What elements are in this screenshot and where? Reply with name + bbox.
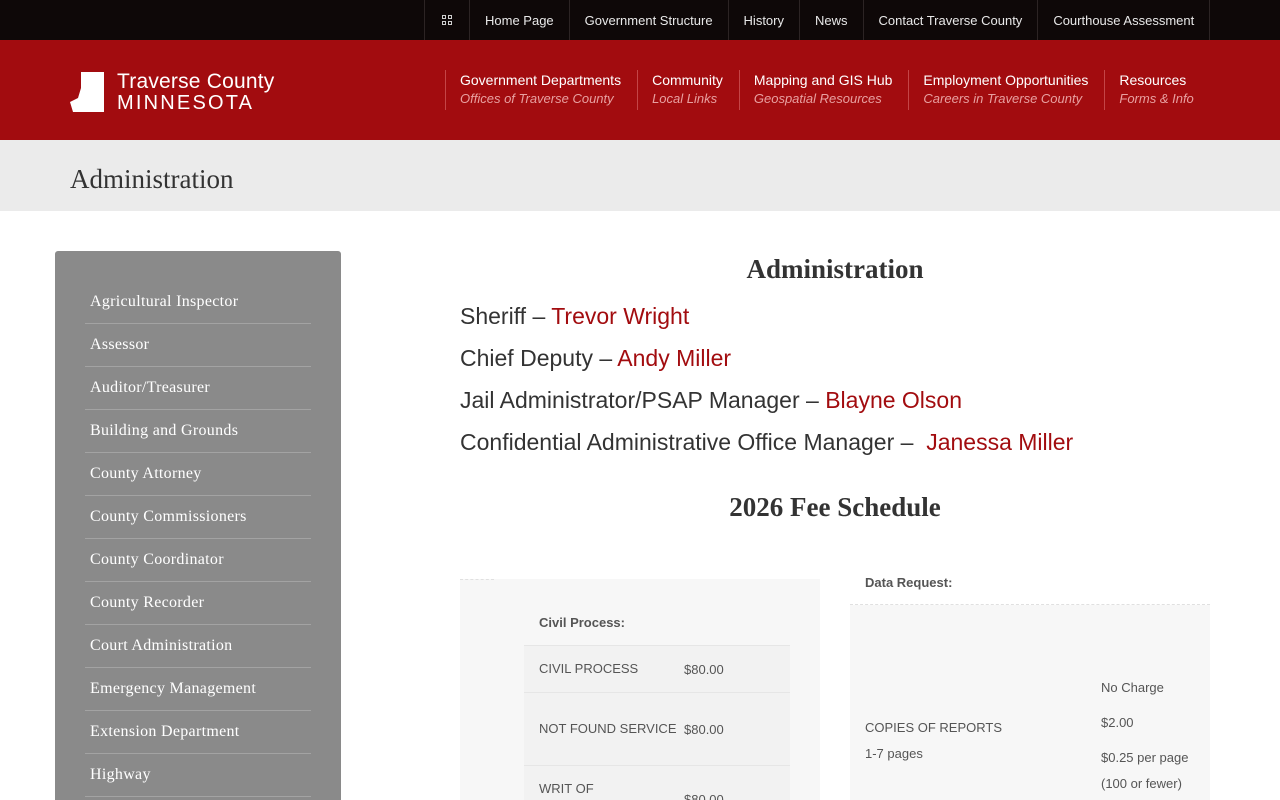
utility-link-news[interactable]: News (799, 0, 863, 40)
page-title: Administration (70, 164, 234, 194)
nav-employment[interactable]: Employment Opportunities Careers in Trav… (908, 70, 1104, 110)
utility-link-government-structure[interactable]: Government Structure (568, 0, 728, 40)
sidebar-item-extension-department[interactable]: Extension Department (85, 711, 311, 754)
staff-row-jail-administrator: Jail Administrator/PSAP Manager – Blayne… (460, 387, 963, 413)
staff-list: Sheriff – Trevor Wright Chief Deputy – A… (460, 295, 1210, 463)
staff-name-link[interactable]: Janessa Miller (926, 429, 1073, 455)
staff-row-office-manager: Confidential Administrative Office Manag… (460, 429, 1074, 455)
staff-name-link[interactable]: Trevor Wright (551, 303, 689, 329)
site-header: Traverse County MINNESOTA Government Dep… (0, 40, 1280, 140)
staff-name-link[interactable]: Andy Miller (617, 345, 731, 371)
sidebar-item-county-commissioners[interactable]: County Commissioners (85, 496, 311, 539)
sidebar-item-county-recorder[interactable]: County Recorder (85, 582, 311, 625)
data-request-table: Data Request: COPIES OF REPORTS 1-7 page… (850, 569, 1210, 800)
department-sidebar: Agricultural Inspector Assessor Auditor/… (55, 251, 341, 800)
sidebar-item-county-attorney[interactable]: County Attorney (85, 453, 311, 496)
main-nav: Government Departments Offices of Traver… (445, 70, 1194, 110)
county-shape-icon (70, 72, 107, 112)
logo-county-name: Traverse County (117, 70, 275, 93)
staff-row-chief-deputy: Chief Deputy – Andy Miller (460, 345, 732, 371)
sidebar-item-highway[interactable]: Highway (85, 754, 311, 797)
sidebar-item-emergency-management[interactable]: Emergency Management (85, 668, 311, 711)
table-row: COPIES OF REPORTS 1-7 pages (865, 720, 1003, 761)
utility-link-courthouse-assessment[interactable]: Courthouse Assessment (1037, 0, 1211, 40)
table-row: NOT FOUND SERVICE $80.00 (524, 692, 790, 765)
data-request-heading: Data Request: (850, 569, 1210, 605)
sidebar-item-building-grounds[interactable]: Building and Grounds (85, 410, 311, 453)
sidebar-item-assessor[interactable]: Assessor (85, 324, 311, 367)
table-row: WRIT OF $80.00 (524, 765, 790, 800)
utility-nav: Home Page Government Structure History N… (424, 0, 1211, 40)
logo-state-name: MINNESOTA (117, 92, 255, 114)
table-row: CIVIL PROCESS $80.00 (524, 645, 790, 692)
content-heading: Administration (746, 254, 924, 284)
grid-icon (442, 15, 452, 25)
apps-grid-button[interactable] (424, 0, 469, 40)
staff-name-link[interactable]: Blayne Olson (825, 387, 962, 413)
sidebar-item-county-coordinator[interactable]: County Coordinator (85, 539, 311, 582)
sidebar-item-agricultural-inspector[interactable]: Agricultural Inspector (85, 281, 311, 324)
nav-resources[interactable]: Resources Forms & Info (1104, 70, 1194, 110)
utility-link-home[interactable]: Home Page (469, 0, 569, 40)
page-title-band: Administration (0, 140, 1280, 211)
site-logo[interactable]: Traverse County MINNESOTA (70, 70, 280, 114)
civil-process-table: Civil Process: CIVIL PROCESS $80.00 NOT … (460, 579, 820, 800)
utility-bar: Home Page Government Structure History N… (0, 0, 1280, 40)
utility-link-contact[interactable]: Contact Traverse County (862, 0, 1038, 40)
sidebar-item-auditor-treasurer[interactable]: Auditor/Treasurer (85, 367, 311, 410)
nav-community[interactable]: Community Local Links (637, 70, 739, 110)
utility-link-history[interactable]: History (727, 0, 799, 40)
nav-mapping-gis[interactable]: Mapping and GIS Hub Geospatial Resources (738, 70, 909, 110)
sidebar-item-court-administration[interactable]: Court Administration (85, 625, 311, 668)
nav-government-departments[interactable]: Government Departments Offices of Traver… (445, 70, 637, 110)
data-request-fees: No Charge $2.00 $0.25 per page (100 or f… (1101, 680, 1189, 791)
fee-schedule-heading: 2026 Fee Schedule (729, 492, 941, 522)
staff-row-sheriff: Sheriff – Trevor Wright (460, 303, 690, 329)
civil-process-heading: Civil Process: (539, 615, 625, 630)
